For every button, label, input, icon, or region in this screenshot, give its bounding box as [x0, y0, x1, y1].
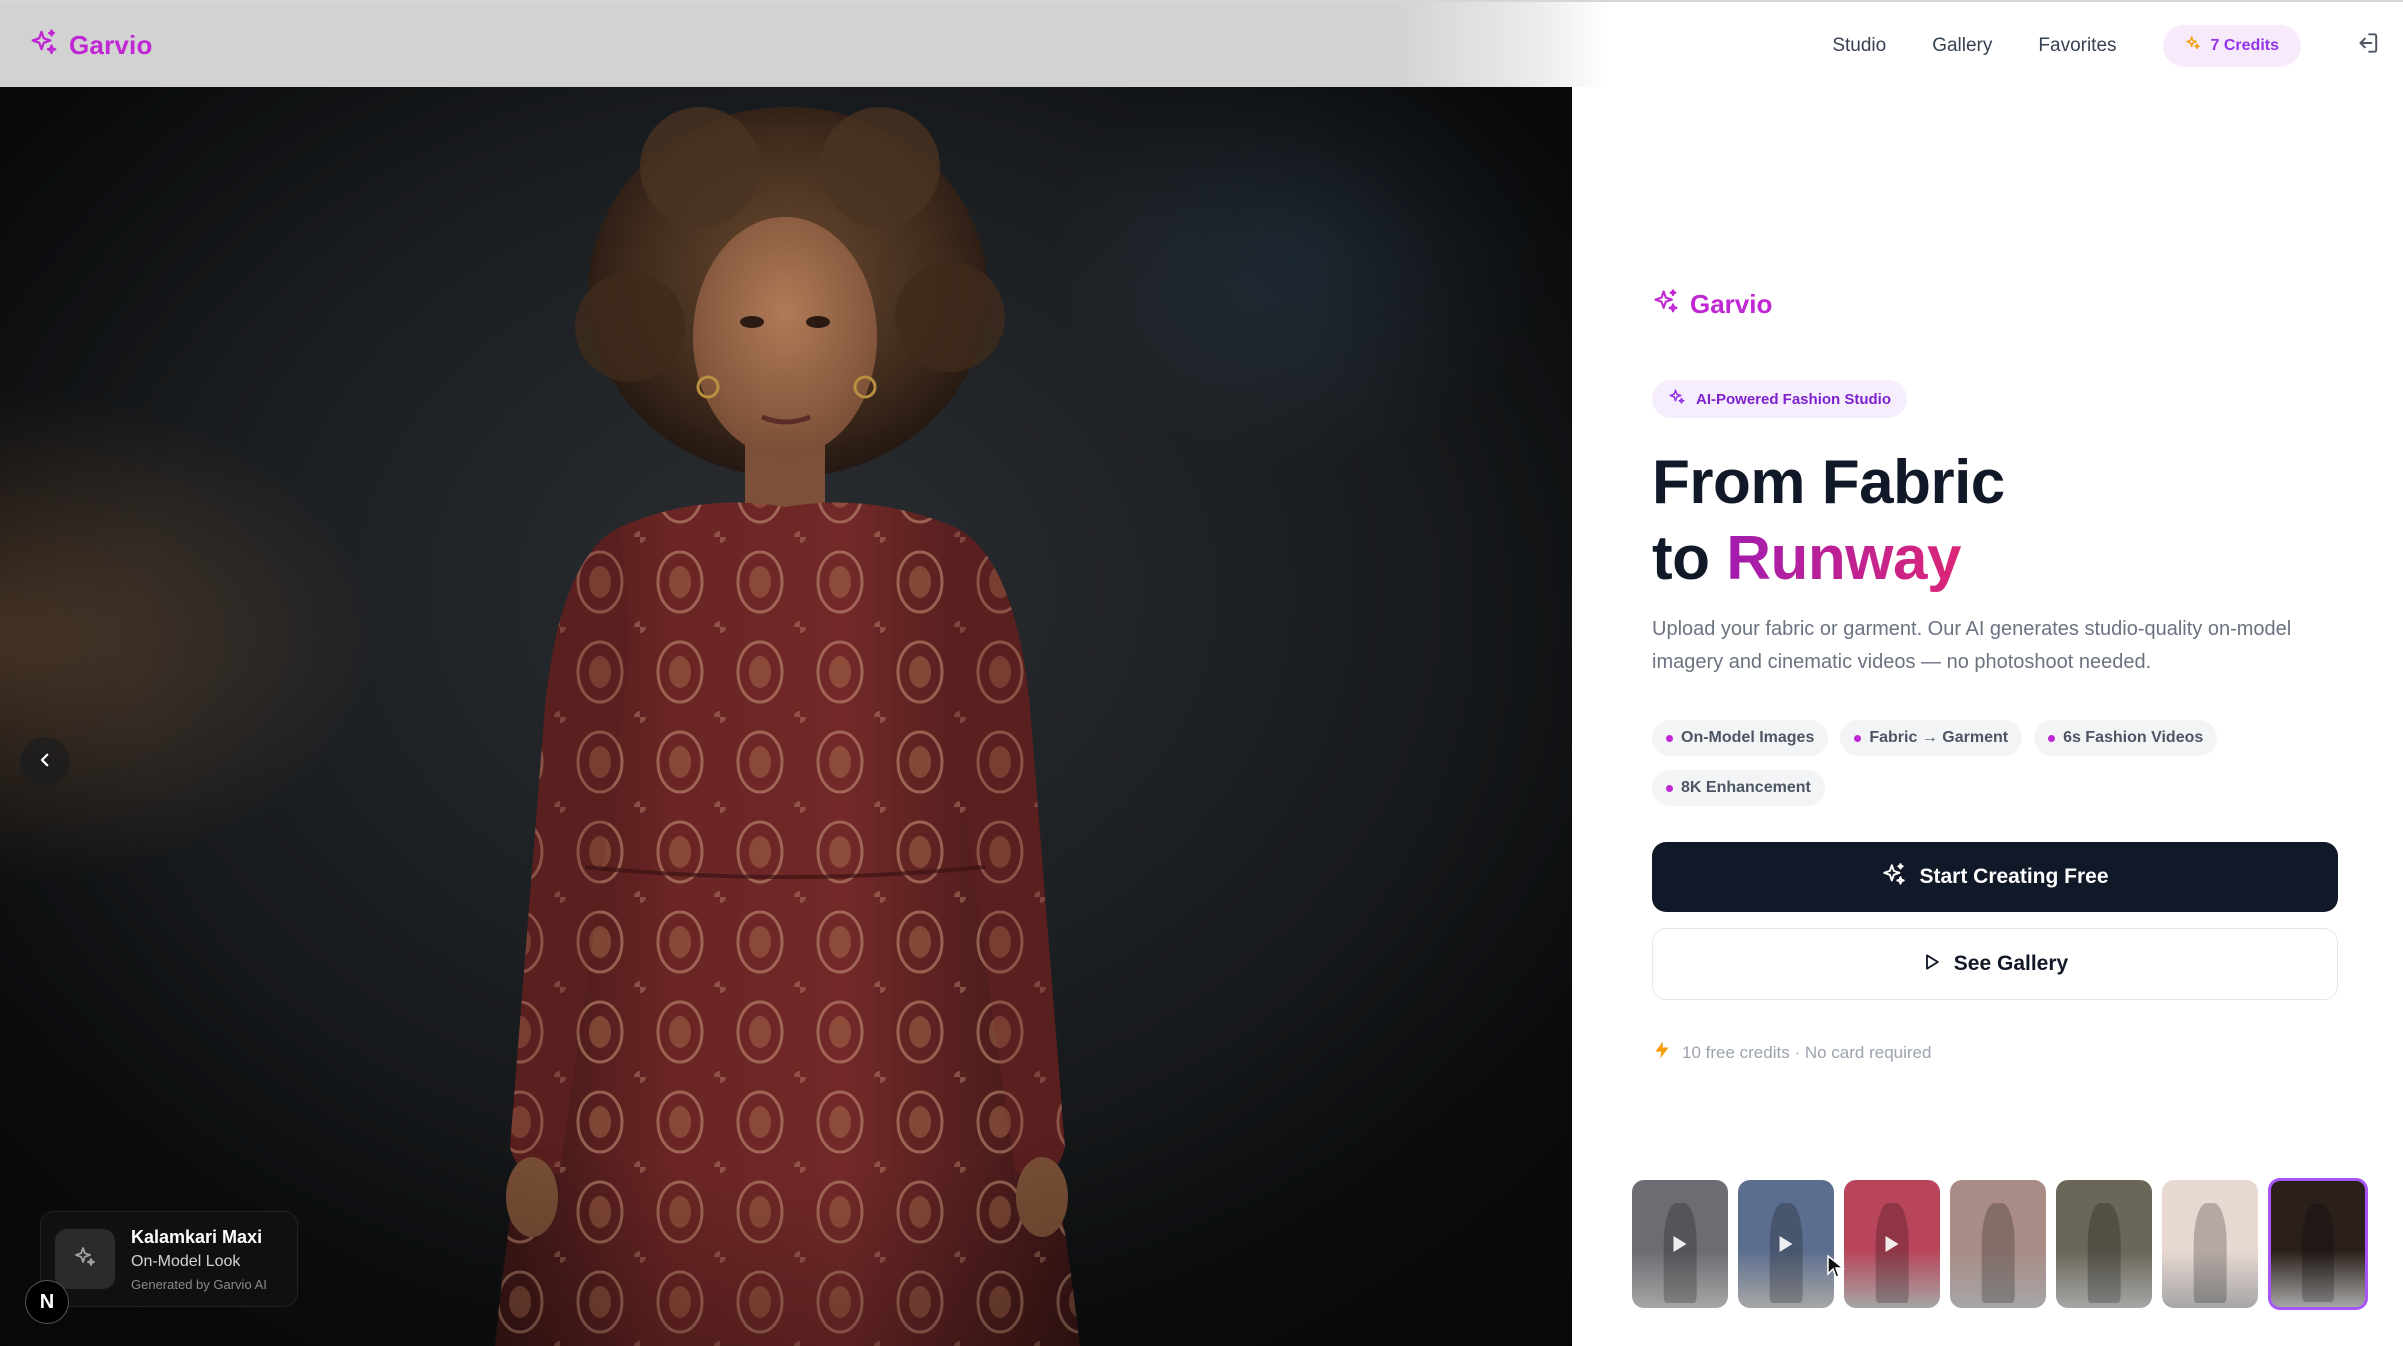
free-credits-text: 10 free credits · No card required [1682, 1042, 1932, 1062]
tagline-pill: AI-Powered Fashion Studio [1652, 380, 1908, 418]
hero-description: Upload your fabric or garment. Our AI ge… [1652, 618, 2292, 673]
gallery-thumbnail[interactable] [2268, 1178, 2368, 1310]
feature-chips: On-Model Images Fabric → Garment 6s Fash… [1652, 720, 2352, 806]
panel-brand: Garvio [1652, 288, 1772, 321]
gallery-thumbnail[interactable] [1844, 1180, 1940, 1308]
tagline-text: AI-Powered Fashion Studio [1696, 390, 1892, 408]
credits-badge[interactable]: 7 Credits [2162, 24, 2301, 67]
sparkles-icon [1652, 288, 1680, 321]
caption-icon-box [55, 1229, 115, 1289]
see-gallery-label: See Gallery [1953, 952, 2069, 975]
feature-chip: 8K Enhancement [1652, 770, 1825, 806]
thumbnail-figure [1663, 1203, 1697, 1303]
gallery-thumbnail[interactable] [1632, 1180, 1728, 1308]
sparkles-icon [29, 28, 59, 63]
feature-label: 6s Fashion Videos [2063, 729, 2204, 746]
logout-button[interactable] [2351, 30, 2383, 62]
gallery-thumbnail[interactable] [1950, 1180, 2046, 1308]
brand-logo[interactable]: Garvio [29, 28, 153, 63]
sparkles-icon [73, 1245, 97, 1274]
feature-chip: 6s Fashion Videos [2034, 720, 2218, 756]
nav-studio[interactable]: Studio [1832, 35, 1886, 57]
feature-chip: On-Model Images [1652, 720, 1829, 756]
gallery-thumbnail[interactable] [2162, 1180, 2258, 1308]
bullet-dot [2048, 734, 2056, 742]
gallery-thumbnail[interactable] [2056, 1180, 2152, 1308]
nav-gallery[interactable]: Gallery [1932, 35, 1992, 57]
page-title: From Fabric to Runway [1652, 445, 2005, 597]
carousel-prev-button[interactable] [20, 737, 70, 787]
play-icon [1922, 952, 1942, 977]
n-badge-button[interactable]: N [25, 1280, 69, 1324]
model-photo [0, 87, 1572, 1346]
feature-label: On-Model Images [1681, 729, 1815, 746]
lightning-icon [1652, 1040, 1672, 1065]
sparkles-icon [1881, 862, 1907, 893]
mouse-cursor-icon [1826, 1254, 1846, 1285]
app-root: Garvio Studio Gallery Favorites 7 Credit… [0, 0, 2403, 1346]
logout-icon [2354, 30, 2380, 61]
nav-favorites[interactable]: Favorites [2038, 35, 2116, 57]
top-nav: Garvio Studio Gallery Favorites 7 Credit… [0, 0, 2403, 87]
free-credits-note: 10 free credits · No card required [1652, 1040, 1931, 1065]
feature-label: Fabric → Garment [1869, 729, 2009, 746]
headline-accent: Runway [1726, 524, 1961, 593]
thumbnail-figure [2087, 1203, 2121, 1303]
panel-brand-name: Garvio [1690, 289, 1773, 319]
headline-line1: From Fabric [1652, 448, 2005, 517]
caption-subtitle: On-Model Look [131, 1252, 241, 1270]
feature-chip: Fabric → Garment [1840, 720, 2023, 756]
caption-text: Kalamkari Maxi On-Model Look Generated b… [131, 1227, 267, 1292]
caption-meta: Generated by Garvio AI [131, 1276, 267, 1292]
thumbnail-figure [1981, 1203, 2015, 1303]
gallery-thumbnail[interactable] [1738, 1180, 1834, 1308]
play-icon [1673, 1236, 1687, 1252]
hero-carousel [0, 87, 1572, 1346]
start-creating-button[interactable]: Start Creating Free [1652, 842, 2338, 912]
thumbnail-figure [1769, 1203, 1803, 1303]
caption-title: Kalamkari Maxi [131, 1226, 263, 1247]
see-gallery-button[interactable]: See Gallery [1652, 928, 2338, 1000]
bullet-dot [1666, 784, 1673, 792]
nav-links: Studio Gallery Favorites 7 Credits [1832, 2, 2403, 89]
credits-label: 7 Credits [2210, 36, 2279, 54]
play-icon [1779, 1236, 1793, 1252]
feature-label: 8K Enhancement [1681, 779, 1811, 796]
sparkles-icon [2185, 35, 2201, 56]
bullet-dot [1854, 734, 1862, 742]
caption-card: Kalamkari Maxi On-Model Look Generated b… [40, 1211, 298, 1307]
thumbnail-figure [1875, 1203, 1909, 1303]
thumbnail-figure [2193, 1203, 2227, 1303]
start-creating-label: Start Creating Free [1919, 865, 2109, 888]
thumbnail-strip [1632, 1178, 2368, 1310]
bullet-dot [1666, 734, 1673, 742]
sparkles-icon [1668, 388, 1686, 411]
brand-name: Garvio [69, 30, 153, 60]
play-icon [1885, 1236, 1899, 1252]
chevron-left-icon [36, 751, 54, 774]
thumbnail-figure [2302, 1203, 2334, 1302]
headline-to: to [1652, 524, 1710, 593]
